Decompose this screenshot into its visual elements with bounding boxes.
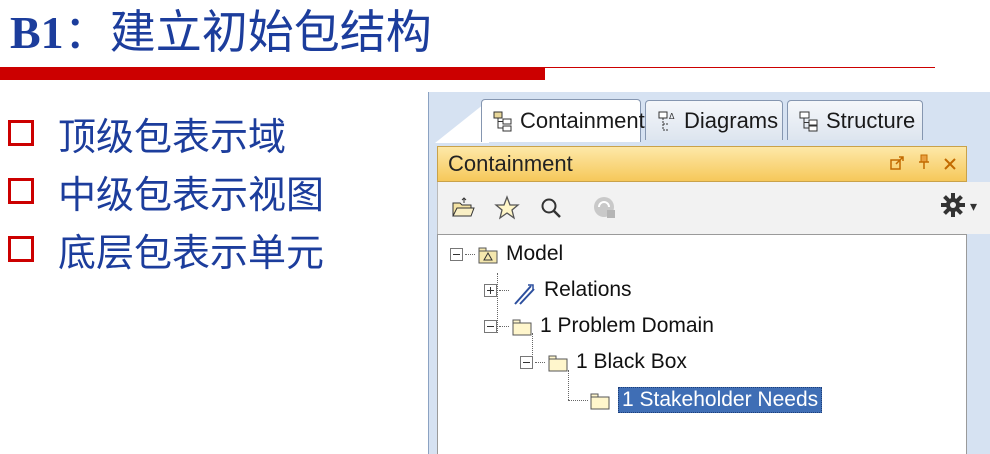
bullet-list: 顶级包表示域 中级包表示视图 底层包表示单元	[8, 104, 324, 278]
tree-node-model[interactable]: Model	[450, 239, 563, 269]
browser-tabs: Containment Δ Diagrams Structure	[429, 92, 990, 143]
browser-toolbar: ▾	[437, 182, 990, 234]
view-header: Containment	[437, 146, 967, 182]
tab-containment[interactable]: Containment	[481, 99, 645, 142]
package-folder-icon	[590, 392, 610, 409]
bullet-box-icon	[8, 178, 34, 204]
title-underline-line	[545, 67, 935, 68]
tab-label: Structure	[826, 107, 916, 133]
search-icon[interactable]	[536, 193, 566, 223]
collapse-icon[interactable]	[484, 319, 497, 333]
title-separator: ：	[63, 5, 110, 59]
tab-diagrams[interactable]: Δ Diagrams	[645, 100, 783, 140]
open-project-icon[interactable]	[448, 193, 478, 223]
model-package-icon	[478, 246, 498, 263]
relations-icon	[512, 282, 536, 305]
tab-label: Containment	[520, 108, 645, 133]
bullet-text: 底层包表示单元	[58, 230, 325, 275]
title-text: 建立初始包结构	[109, 5, 432, 59]
model-browser-panel: Containment Δ Diagrams Structure Contain…	[428, 92, 990, 454]
bullet-box-icon	[8, 236, 34, 262]
chevron-down-icon[interactable]: ▾	[970, 199, 977, 215]
view-header-controls	[890, 154, 956, 174]
bullet-item: 底层包表示单元	[8, 220, 324, 278]
title-underline-bar	[0, 67, 545, 80]
pin-icon[interactable]	[918, 154, 930, 174]
bullet-item: 中级包表示视图	[8, 162, 324, 220]
sync-icon[interactable]	[590, 193, 620, 223]
title-prefix: B1	[10, 7, 64, 58]
view-title: Containment	[448, 151, 573, 176]
tree-node-relations[interactable]: Relations	[484, 275, 632, 305]
package-folder-icon	[512, 318, 532, 335]
bullet-item: 顶级包表示域	[8, 104, 324, 162]
collapse-icon[interactable]	[520, 355, 533, 369]
favorite-star-icon[interactable]	[492, 193, 522, 223]
tree-node-stakeholder-needs[interactable]: 1 Stakeholder Needs	[590, 385, 823, 415]
settings-gear-icon[interactable]	[940, 192, 966, 222]
package-folder-icon	[548, 354, 568, 371]
diagrams-icon: Δ	[656, 110, 678, 132]
bullet-box-icon	[8, 120, 34, 146]
structure-icon	[798, 110, 820, 132]
collapse-icon[interactable]	[450, 247, 463, 261]
tab-structure[interactable]: Structure	[787, 100, 923, 140]
close-icon[interactable]	[944, 155, 956, 174]
tree-node-black-box[interactable]: 1 Black Box	[520, 347, 687, 377]
containment-tree: Model Relations 1 Problem Domain 1 Black…	[437, 234, 967, 454]
tab-label: Diagrams	[684, 107, 779, 133]
settings-menu[interactable]: ▾	[940, 192, 977, 222]
tree-node-label: 1 Black Box	[576, 350, 687, 373]
tree-node-label: Relations	[544, 278, 632, 301]
svg-text:Δ: Δ	[669, 112, 675, 121]
containment-icon	[492, 110, 514, 132]
bullet-text: 顶级包表示域	[58, 114, 287, 159]
bullet-text: 中级包表示视图	[58, 172, 325, 217]
tree-connector	[568, 400, 588, 401]
tree-node-label: 1 Problem Domain	[540, 314, 714, 337]
tree-node-label: Model	[506, 242, 564, 265]
undock-icon[interactable]	[890, 155, 904, 174]
tree-node-problem-domain[interactable]: 1 Problem Domain	[484, 311, 714, 341]
slide-title: B1：建立初始包结构	[10, 2, 432, 62]
tree-node-label-selected: 1 Stakeholder Needs	[618, 387, 823, 413]
expand-icon[interactable]	[484, 283, 497, 297]
